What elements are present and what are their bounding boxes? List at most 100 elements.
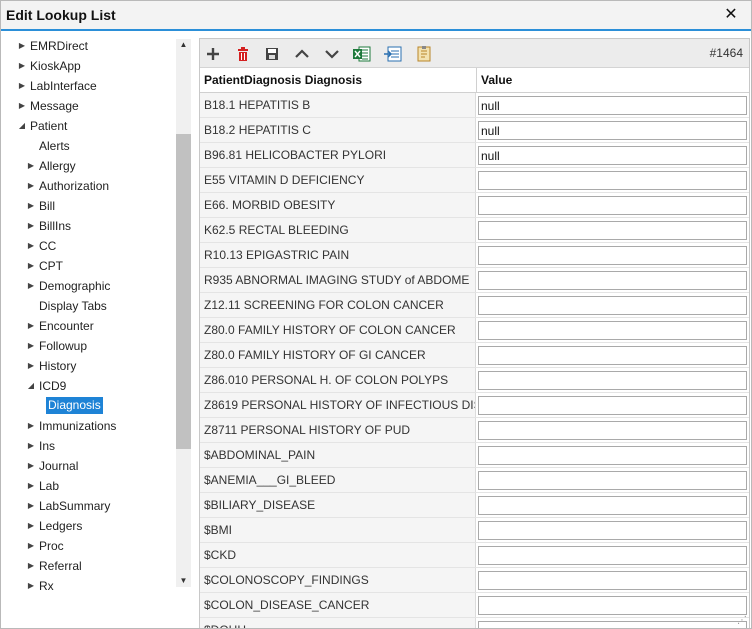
expand-arrow-icon[interactable]: ▶ bbox=[26, 156, 36, 176]
expand-arrow-icon[interactable]: ▶ bbox=[26, 556, 36, 576]
value-input[interactable] bbox=[478, 296, 747, 315]
tree-item[interactable]: ▶ Rx bbox=[1, 576, 176, 596]
tree-item[interactable]: ▶ BillIns bbox=[1, 216, 176, 236]
table-row[interactable]: $ABDOMINAL_PAIN bbox=[200, 443, 749, 468]
scroll-up-arrow-icon[interactable]: ▲ bbox=[176, 39, 191, 51]
tree-item[interactable]: Display Tabs bbox=[1, 296, 176, 316]
table-row[interactable]: R10.13 EPIGASTRIC PAIN bbox=[200, 243, 749, 268]
table-row[interactable]: Z8711 PERSONAL HISTORY OF PUD bbox=[200, 418, 749, 443]
table-row[interactable]: $ANEMIA___GI_BLEED bbox=[200, 468, 749, 493]
value-input[interactable] bbox=[478, 346, 747, 365]
value-input[interactable] bbox=[478, 171, 747, 190]
expand-arrow-icon[interactable]: ▶ bbox=[26, 576, 36, 596]
tree-item[interactable]: ▶ EMRDirect bbox=[1, 36, 176, 56]
value-input[interactable] bbox=[478, 396, 747, 415]
table-row[interactable]: B18.2 HEPATITIS C bbox=[200, 118, 749, 143]
tree-item[interactable]: ▶ Proc bbox=[1, 536, 176, 556]
expand-arrow-icon[interactable]: ▶ bbox=[26, 436, 36, 456]
tree-item[interactable]: ▶ Lab bbox=[1, 476, 176, 496]
expand-arrow-icon[interactable]: ▶ bbox=[26, 176, 36, 196]
expand-arrow-icon[interactable]: ▶ bbox=[26, 336, 36, 356]
scroll-down-arrow-icon[interactable]: ▼ bbox=[176, 575, 191, 587]
value-input[interactable] bbox=[478, 546, 747, 565]
tree-item[interactable]: ▶ Journal bbox=[1, 456, 176, 476]
resize-grip-icon[interactable]: ⋰ bbox=[735, 615, 747, 627]
value-input[interactable] bbox=[478, 146, 747, 165]
table-row[interactable]: E55 VITAMIN D DEFICIENCY bbox=[200, 168, 749, 193]
table-row[interactable]: $CKD bbox=[200, 543, 749, 568]
tree-item[interactable]: ▶ Immunizations bbox=[1, 416, 176, 436]
tree-item[interactable]: ▶ Ledgers bbox=[1, 516, 176, 536]
expand-arrow-icon[interactable]: ▶ bbox=[17, 36, 27, 56]
value-input[interactable] bbox=[478, 371, 747, 390]
expand-arrow-icon[interactable]: ▶ bbox=[26, 216, 36, 236]
table-row[interactable]: Z8619 PERSONAL HISTORY OF INFECTIOUS DIS bbox=[200, 393, 749, 418]
value-input[interactable] bbox=[478, 446, 747, 465]
expand-arrow-icon[interactable]: ▶ bbox=[26, 416, 36, 436]
tree-item[interactable]: ▶ LabInterface bbox=[1, 76, 176, 96]
collapse-arrow-icon[interactable]: ◢ bbox=[17, 116, 27, 136]
expand-arrow-icon[interactable]: ▶ bbox=[26, 356, 36, 376]
table-row[interactable]: R935 ABNORMAL IMAGING STUDY of ABDOME bbox=[200, 268, 749, 293]
tree-item[interactable]: ▶ LabSummary bbox=[1, 496, 176, 516]
tree-item[interactable]: ▶ CC bbox=[1, 236, 176, 256]
expand-arrow-icon[interactable]: ▶ bbox=[26, 516, 36, 536]
expand-arrow-icon[interactable]: ▶ bbox=[26, 276, 36, 296]
table-row[interactable]: $DOHH bbox=[200, 618, 749, 628]
column-header-value[interactable]: Value bbox=[477, 68, 749, 93]
table-row[interactable]: E66. MORBID OBESITY bbox=[200, 193, 749, 218]
value-input[interactable] bbox=[478, 521, 747, 540]
tree-item[interactable]: ▶ Message bbox=[1, 96, 176, 116]
tree-item[interactable]: ◢ Patient bbox=[1, 116, 176, 136]
expand-arrow-icon[interactable]: ▶ bbox=[26, 456, 36, 476]
column-header-diagnosis[interactable]: PatientDiagnosis Diagnosis bbox=[200, 68, 476, 93]
value-input[interactable] bbox=[478, 496, 747, 515]
expand-arrow-icon[interactable]: ▶ bbox=[26, 536, 36, 556]
collapse-arrow-icon[interactable]: ◢ bbox=[26, 376, 36, 396]
value-input[interactable] bbox=[478, 421, 747, 440]
table-row[interactable]: $COLON_DISEASE_CANCER bbox=[200, 593, 749, 618]
tree-item[interactable]: Alerts bbox=[1, 136, 176, 156]
expand-arrow-icon[interactable]: ▶ bbox=[26, 496, 36, 516]
tree-item[interactable]: ◢ ICD9 bbox=[1, 376, 176, 396]
tree-item[interactable]: ▶ Ins bbox=[1, 436, 176, 456]
table-row[interactable]: Z80.0 FAMILY HISTORY OF GI CANCER bbox=[200, 343, 749, 368]
tree-item[interactable]: ▶ Referral bbox=[1, 556, 176, 576]
value-input[interactable] bbox=[478, 221, 747, 240]
table-row[interactable]: K62.5 RECTAL BLEEDING bbox=[200, 218, 749, 243]
tree-item[interactable]: Diagnosis bbox=[1, 396, 176, 416]
table-row[interactable]: Z12.11 SCREENING FOR COLON CANCER bbox=[200, 293, 749, 318]
table-row[interactable]: B96.81 HELICOBACTER PYLORI bbox=[200, 143, 749, 168]
value-input[interactable] bbox=[478, 96, 747, 115]
tree-item[interactable]: ▶ Authorization bbox=[1, 176, 176, 196]
table-row[interactable]: B18.1 HEPATITIS B bbox=[200, 93, 749, 118]
tree-item[interactable]: ▶ KioskApp bbox=[1, 56, 176, 76]
tree-scrollbar[interactable]: ▲ ▼ bbox=[176, 39, 191, 587]
move-up-icon[interactable] bbox=[292, 44, 312, 64]
value-input[interactable] bbox=[478, 321, 747, 340]
table-row[interactable]: Z80.0 FAMILY HISTORY OF COLON CANCER bbox=[200, 318, 749, 343]
table-row[interactable]: $COLONOSCOPY_FINDINGS bbox=[200, 568, 749, 593]
table-row[interactable]: Z86.010 PERSONAL H. OF COLON POLYPS bbox=[200, 368, 749, 393]
table-row[interactable]: $BMI bbox=[200, 518, 749, 543]
value-input[interactable] bbox=[478, 621, 747, 628]
move-down-icon[interactable] bbox=[322, 44, 342, 64]
expand-arrow-icon[interactable]: ▶ bbox=[26, 476, 36, 496]
tree-item[interactable]: ▶ Bill bbox=[1, 196, 176, 216]
value-input[interactable] bbox=[478, 596, 747, 615]
value-input[interactable] bbox=[478, 196, 747, 215]
expand-arrow-icon[interactable]: ▶ bbox=[17, 56, 27, 76]
tree-item[interactable]: ▶ Encounter bbox=[1, 316, 176, 336]
tree-item[interactable]: ▶ Allergy bbox=[1, 156, 176, 176]
value-input[interactable] bbox=[478, 571, 747, 590]
tree-item[interactable]: ▶ History bbox=[1, 356, 176, 376]
tree-item[interactable]: ▶ Followup bbox=[1, 336, 176, 356]
expand-arrow-icon[interactable]: ▶ bbox=[26, 236, 36, 256]
tree-item[interactable]: ▶ Demographic bbox=[1, 276, 176, 296]
value-input[interactable] bbox=[478, 246, 747, 265]
table-row[interactable]: $BILIARY_DISEASE bbox=[200, 493, 749, 518]
expand-arrow-icon[interactable]: ▶ bbox=[17, 76, 27, 96]
scrollbar-thumb[interactable] bbox=[176, 134, 191, 449]
add-icon[interactable] bbox=[203, 44, 223, 64]
expand-arrow-icon[interactable]: ▶ bbox=[26, 196, 36, 216]
